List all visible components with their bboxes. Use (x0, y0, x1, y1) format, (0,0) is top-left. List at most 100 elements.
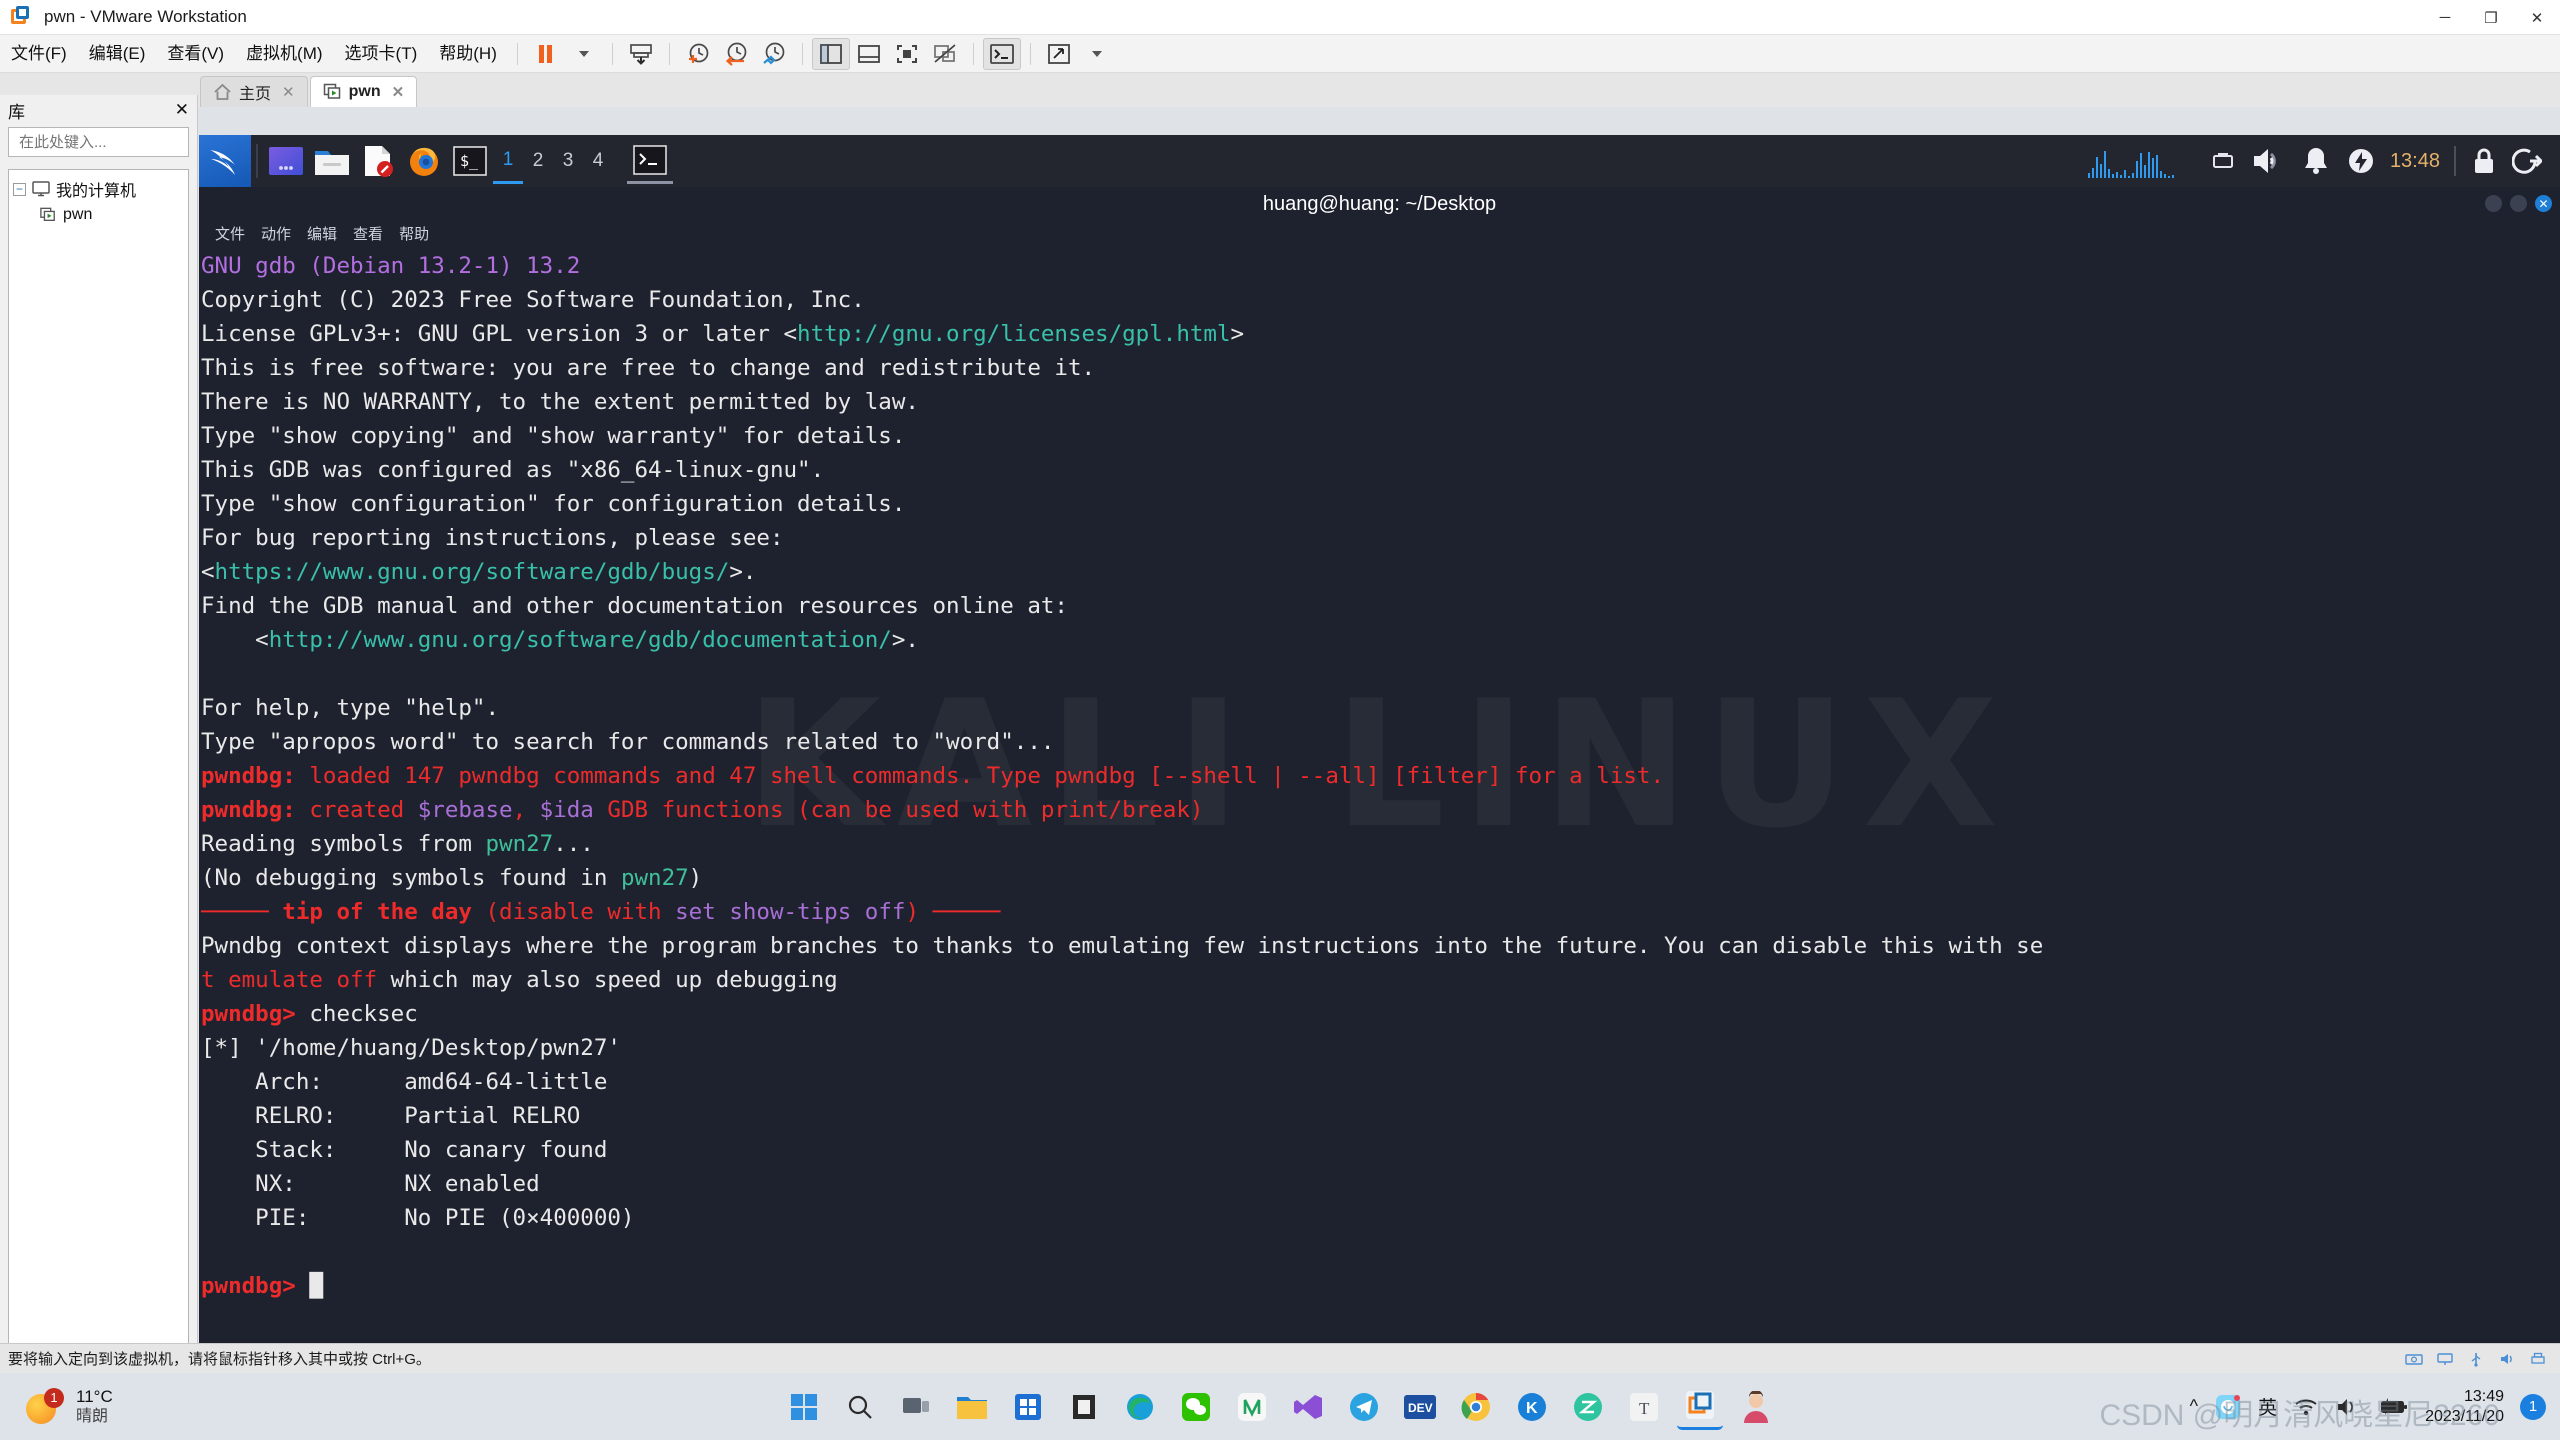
menu-tabs[interactable]: 选项卡(T) (334, 35, 429, 73)
taskbar-app-file-manager[interactable] (309, 138, 355, 184)
terminal-line: pwndbg> checksec (201, 1001, 418, 1027)
ime-icon[interactable] (2214, 1393, 2242, 1421)
workspace-3[interactable]: 3 (553, 138, 583, 184)
volume-icon[interactable] (2335, 1396, 2361, 1418)
take-snapshot-button[interactable] (679, 38, 717, 70)
tab-home-close-icon[interactable]: ✕ (282, 83, 295, 101)
workspace-4[interactable]: 4 (583, 138, 613, 184)
library-close-icon[interactable]: ✕ (175, 100, 189, 120)
revert-snapshot-button[interactable] (717, 38, 755, 70)
menu-help[interactable]: 帮助(H) (428, 35, 508, 73)
search-input[interactable] (19, 133, 218, 151)
terminal-line: RELRO: Partial RELRO (201, 1103, 581, 1129)
kali-menu-button[interactable] (199, 135, 251, 187)
terminal-menu-edit[interactable]: 编辑 (307, 223, 337, 244)
chevron-down-icon (578, 50, 589, 57)
tray-overflow-button[interactable]: ^ (2190, 1396, 2198, 1417)
navicat-button[interactable] (1229, 1384, 1275, 1430)
toolbar-divider-6 (1029, 42, 1031, 65)
winrar-button[interactable] (1061, 1384, 1107, 1430)
file-explorer-button[interactable] (949, 1384, 995, 1430)
taskbar-app-terminal-emulator[interactable] (263, 138, 309, 184)
terminal-menu-actions[interactable]: 动作 (261, 223, 291, 244)
minimize-button[interactable]: ─ (2422, 0, 2468, 35)
power-dropdown[interactable] (565, 38, 603, 70)
tab-pwn-close-icon[interactable]: ✕ (392, 83, 405, 101)
terminal-menu-view[interactable]: 查看 (353, 223, 383, 244)
wechat-button[interactable] (1173, 1384, 1219, 1430)
vmware-status-bar: 要将输入定向到该虚拟机，请将鼠标指针移入其中或按 Ctrl+G。 (0, 1343, 2560, 1373)
typora-button[interactable]: T (1621, 1384, 1667, 1430)
menu-vm[interactable]: 虚拟机(M) (235, 35, 333, 73)
menu-file[interactable]: 文件(F) (0, 35, 78, 73)
taskbar-app-terminal[interactable]: $_ (447, 138, 493, 184)
terminal-window[interactable]: KALI LINUX huang@huang: ~/Desktop ✕ 文件 动… (199, 187, 2560, 1343)
tree-expander[interactable]: − (13, 182, 26, 196)
toolbar-divider-2 (611, 42, 613, 65)
terminal-line: For bug reporting instructions, please s… (201, 525, 784, 551)
notification-badge[interactable]: 1 (2520, 1393, 2546, 1420)
printer-icon[interactable] (2528, 1351, 2548, 1367)
lock-icon (2475, 148, 2493, 173)
terminal-line: Stack: No canary found (201, 1137, 608, 1163)
taskbar-app-firefox[interactable] (401, 138, 447, 184)
vmware-button[interactable] (1677, 1384, 1723, 1430)
maximize-button[interactable]: ❐ (2468, 0, 2514, 35)
language-indicator[interactable]: 英 (2258, 1393, 2277, 1420)
network-icon[interactable] (2435, 1351, 2455, 1367)
send-ctrl-alt-del-button[interactable] (622, 38, 660, 70)
avatar-button[interactable] (1733, 1384, 1779, 1430)
show-library-button[interactable] (811, 37, 850, 70)
menu-view[interactable]: 查看(V) (156, 35, 235, 73)
terminal-output[interactable]: GNU gdb (Debian 13.2-1) 13.2 Copyright (C… (199, 245, 2560, 1303)
unity-mode-button[interactable] (926, 38, 964, 70)
menu-edit[interactable]: 编辑(E) (78, 35, 157, 73)
tab-pwn[interactable]: pwn ✕ (309, 76, 418, 107)
terminal-menu-file[interactable]: 文件 (215, 223, 245, 244)
kugou-button[interactable]: K (1509, 1384, 1555, 1430)
close-button[interactable]: ✕ (2514, 0, 2560, 35)
tree-item-pwn[interactable]: pwn (13, 202, 184, 228)
library-search[interactable] (8, 127, 233, 157)
open-window-terminal[interactable] (627, 138, 673, 184)
snapshot-save-icon (630, 43, 652, 65)
snapshot-manager-button[interactable] (755, 38, 793, 70)
workspace-1[interactable]: 1 (493, 138, 523, 184)
hard-disk-icon[interactable] (2404, 1351, 2424, 1367)
task-view-button[interactable] (893, 1384, 939, 1430)
terminal-maximize-button[interactable] (2510, 195, 2527, 212)
telegram-button[interactable] (1341, 1384, 1387, 1430)
start-button[interactable] (781, 1384, 827, 1430)
visual-studio-button[interactable] (1285, 1384, 1331, 1430)
terminal-close-button[interactable]: ✕ (2535, 195, 2552, 212)
tree-item-my-computer[interactable]: − 我的计算机 (13, 176, 184, 202)
taskbar-app-text-editor[interactable] (355, 138, 401, 184)
vm-guest-screen[interactable]: $_ 1 2 3 4 13:48 huang@huang: ~/Desktop … (199, 135, 2560, 1343)
tree-item-label: pwn (63, 206, 93, 223)
suspend-button[interactable] (527, 38, 565, 70)
show-thumbnail-bar-button[interactable] (850, 38, 888, 70)
sound-icon[interactable] (2497, 1351, 2517, 1367)
kali-clock[interactable]: 13:48 (2390, 150, 2440, 173)
console-view-button[interactable] (982, 37, 1021, 70)
tab-home[interactable]: 主页 ✕ (200, 76, 308, 107)
wifi-icon[interactable] (2293, 1396, 2319, 1418)
library-tree: − 我的计算机 pwn (8, 169, 189, 1349)
stretch-guest-button[interactable] (1040, 38, 1078, 70)
workspace-2[interactable]: 2 (523, 138, 553, 184)
search-button[interactable] (837, 1384, 883, 1430)
view-dropdown[interactable] (1078, 38, 1116, 70)
volume-icon (2253, 149, 2276, 173)
usb-icon[interactable] (2466, 1351, 2486, 1367)
terminal-minimize-button[interactable] (2485, 195, 2502, 212)
dev-cpp-button[interactable]: DEV (1397, 1384, 1443, 1430)
weather-widget[interactable]: 1 11°C 晴朗 (0, 1386, 113, 1427)
taskbar-clock[interactable]: 13:49 2023/11/20 (2425, 1387, 2504, 1425)
enter-fullscreen-button[interactable] (888, 38, 926, 70)
chrome-button[interactable] (1453, 1384, 1499, 1430)
edge-button[interactable] (1117, 1384, 1163, 1430)
zeal-button[interactable] (1565, 1384, 1611, 1430)
terminal-menu-help[interactable]: 帮助 (399, 223, 429, 244)
microsoft-store-button[interactable] (1005, 1384, 1051, 1430)
battery-charging-icon[interactable] (2377, 1396, 2409, 1418)
